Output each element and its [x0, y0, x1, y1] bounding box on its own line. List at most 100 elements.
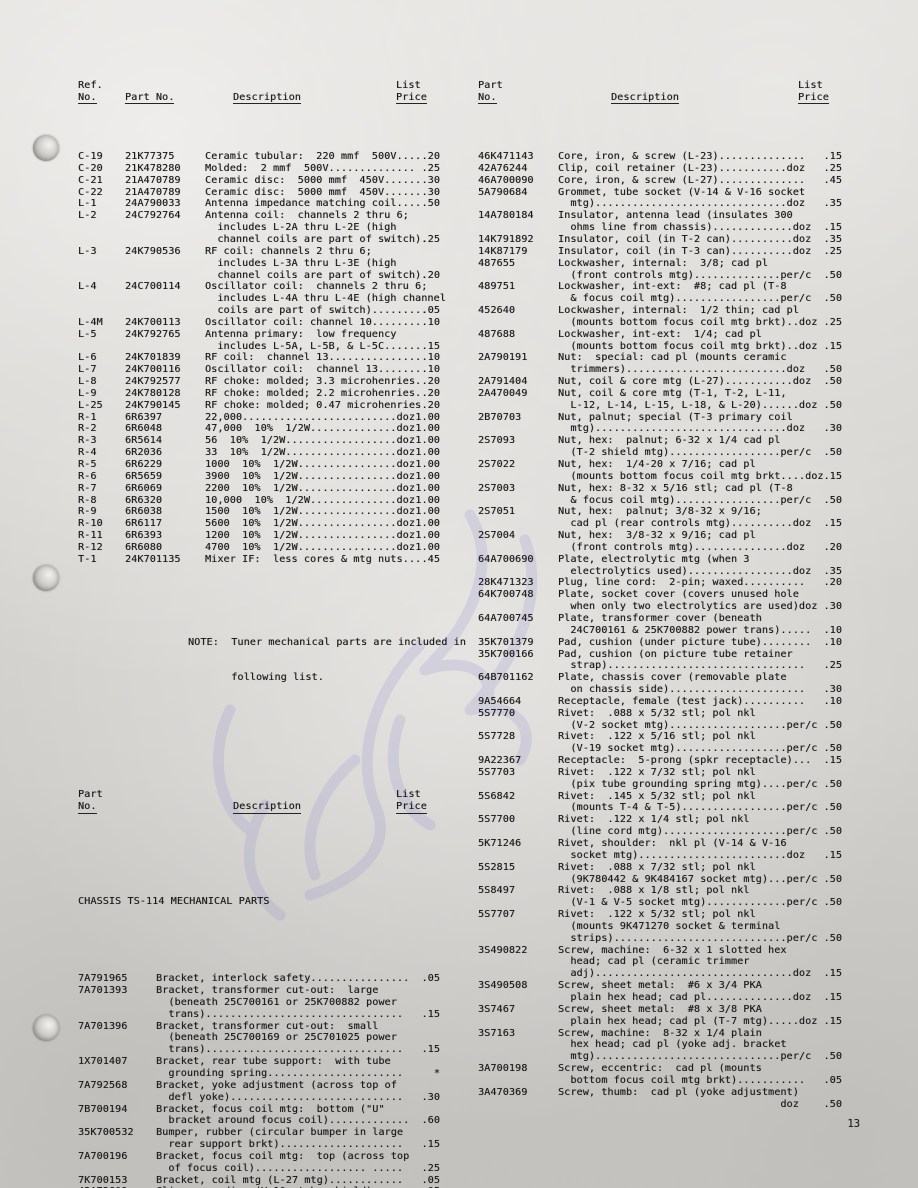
row-part-no: 42A76244 [478, 162, 528, 174]
row-part-no: 14A780184 [478, 210, 534, 222]
row-part-no: 24K790536 [125, 245, 181, 257]
table-row: 35K700166 Pad, cushion (on picture tube r… [478, 649, 850, 661]
row-description: (mounts bottom focus coil mtg brkt)..doz [558, 340, 818, 352]
row-ref-no: R-12 [78, 541, 103, 553]
row-description: Rivet: .122 x 5/16 stl; pol nkl [558, 731, 756, 743]
table-row: R-7 6R6069 2200 10% 1/2W................do… [78, 483, 448, 495]
row-list-price: .05 [421, 1174, 440, 1186]
row-part-no: 14K87179 [478, 245, 528, 257]
left-table1-rows: C-19 21K77375 Ceramic tubular: 220 mmf 500… [78, 151, 448, 566]
row-description: on chassis side)...................... [558, 684, 806, 696]
table-row: 64A700690 Plate, electrolytic mtg (when 3 [478, 554, 850, 566]
row-part-no: 24K792765 [125, 328, 181, 340]
row-list-price: .25 [823, 316, 842, 328]
header-part-no: Part No. [125, 91, 175, 105]
row-description: Screw, machine: 8-32 x 1/4 plain [558, 1027, 762, 1039]
row-ref-no: L-3 [78, 245, 97, 257]
row-description: (mounts bottom focus coil mtg brkt)..doz [558, 316, 818, 328]
table-row: 489751 Lockwasher, int-ext: #8; cad pl (T… [478, 281, 850, 293]
row-list-price: .05 [823, 1074, 842, 1086]
table-row: R-8 6R6320 10,000 10% 1/2W..............do… [78, 495, 448, 507]
header-description: Description [233, 91, 301, 105]
row-list-price: .60 [421, 1115, 440, 1127]
table-row: R-3 6R5614 56 10% 1/2W..................do… [78, 435, 448, 447]
table-row: 7B700194 Bracket, focus coil mtg: bottom … [78, 1104, 448, 1116]
row-description: Screw, eccentric: cad pl (mounts [558, 1063, 762, 1075]
row-part-no: 5S7728 [478, 731, 516, 743]
row-description: Bracket, transformer cut-out: small [156, 1020, 379, 1032]
table-row: 7A791965 Bracket, interlock safety.......… [78, 973, 448, 985]
row-description: Plate, socket cover (covers unused hole [558, 589, 799, 601]
row-part-no: 24K701839 [125, 352, 181, 364]
row-description: Nut, hex: 1/4-20 x 7/16; cad pl [558, 459, 756, 470]
row-list-price: 1.00 [415, 518, 440, 530]
row-list-price: .45 [421, 553, 440, 565]
row-description: head; cad pl (ceramic trimmer [558, 956, 750, 968]
header2-part-line2: No. [78, 801, 97, 814]
table-row: R-12 6R6080 4700 10% 1/2W................d… [78, 542, 448, 554]
row-ref-no: C-21 [78, 174, 103, 186]
left-table1-header: Ref. No. Part No. Description List Price [78, 80, 448, 106]
header3-part-line1: Part [478, 79, 503, 91]
table-row: 2S7051 Nut, hex: palnut; 3/8-32 x 9/16; [478, 506, 850, 518]
table-row: 5K71246 Rivet, shoulder: nkl pl (V-14 & V… [478, 838, 850, 850]
row-list-price: .30 [823, 601, 842, 613]
row-part-no: 2S7004 [478, 530, 516, 542]
row-description: Lockwasher, int-ext: #8; cad pl (T-8 [558, 281, 787, 293]
row-ref-no: R-9 [78, 506, 97, 518]
row-description: Nut, coil & core mtg (T-1, T-2, L-11, [558, 387, 787, 399]
row-list-price: .50 [823, 873, 842, 885]
row-part-no: 6R6397 [125, 411, 163, 423]
row-description: & focus coil mtg).................per/c [558, 494, 812, 506]
row-description: Core, iron, & screw (L-23).............. [558, 151, 806, 163]
row-description: hex head; cad pl (yoke adj. bracket [558, 1039, 787, 1051]
table-row: on chassis side)...................... .3… [478, 684, 850, 696]
row-part-no: 9A54664 [478, 695, 522, 707]
row-list-price: .15 [823, 755, 842, 767]
row-list-price: .30 [421, 186, 440, 198]
table-row: T-1 24K701135 Mixer IF: less cores & mtg n… [78, 554, 448, 566]
row-part-no: 35K701379 [478, 636, 534, 648]
row-part-no: 5S7703 [478, 766, 516, 778]
table-row: trimmers)..........................doz .5… [478, 364, 850, 376]
row-description: (V-19 socket mtg)..................per/c [558, 743, 818, 755]
table-row: hex head; cad pl (yoke adj. bracket [478, 1039, 850, 1051]
row-list-price: .25 [421, 162, 440, 174]
row-list-price: .20 [421, 399, 440, 411]
table-row: adj)................................doz.… [478, 968, 850, 980]
row-description: mtg)...............................doz [558, 198, 806, 210]
table-row: R-2 6R6048 47,000 10% 1/2W..............do… [78, 423, 448, 435]
header-list: List [396, 79, 421, 91]
row-list-price: .50 [823, 1098, 842, 1110]
table-row: 2S7004 Nut, hex: 3/8-32 x 9/16; cad pl [478, 530, 850, 542]
left-table2-header: Part No. Description List Price [78, 789, 448, 815]
row-part-no: 6R6080 [125, 541, 163, 553]
row-part-no: 1X701407 [78, 1056, 128, 1068]
table-row: coils are part of switch)......... .05 [78, 305, 448, 317]
table-row: 3S7467 Screw, sheet metal: #8 x 3/8 PKA [478, 1004, 850, 1016]
row-description: Core, iron, & screw (L-27).............. [558, 174, 806, 186]
row-description: Rivet: .122 x 5/32 stl; pol nkl [558, 909, 756, 921]
row-ref-no: C-20 [78, 162, 103, 174]
row-list-price: .15 [823, 518, 842, 530]
row-description: Pad, cushion (under picture tube).......… [558, 636, 812, 648]
row-part-no: 24K792577 [125, 376, 181, 388]
table-row: 46A700090 Core, iron, & screw (L-27).....… [478, 175, 850, 187]
table-row: R-5 6R6229 1000 10% 1/2W................do… [78, 459, 448, 471]
row-list-price: .50 [823, 293, 842, 305]
row-description: Plate, chassis cover (removable plate [558, 672, 787, 684]
row-ref-no: L-7 [78, 364, 97, 376]
table-row: 2B70703 Nut, palnut; special (T-3 primary… [478, 412, 850, 424]
row-ref-no: L-8 [78, 376, 97, 388]
row-list-price: .25 [823, 162, 842, 174]
row-list-price: .50 [823, 364, 842, 376]
row-ref-no: L-4M [78, 316, 103, 328]
row-list-price: .50 [823, 376, 842, 388]
row-part-no: 5S2815 [478, 861, 516, 873]
header2-list: List [396, 789, 421, 801]
row-part-no: 21A470789 [125, 174, 181, 186]
row-part-no: 5S8497 [478, 885, 516, 897]
row-part-no: 7K700153 [78, 1174, 128, 1186]
row-list-price: .50 [823, 447, 842, 459]
row-description: Screw, machine: 6-32 x 1 slotted hex [558, 944, 787, 956]
